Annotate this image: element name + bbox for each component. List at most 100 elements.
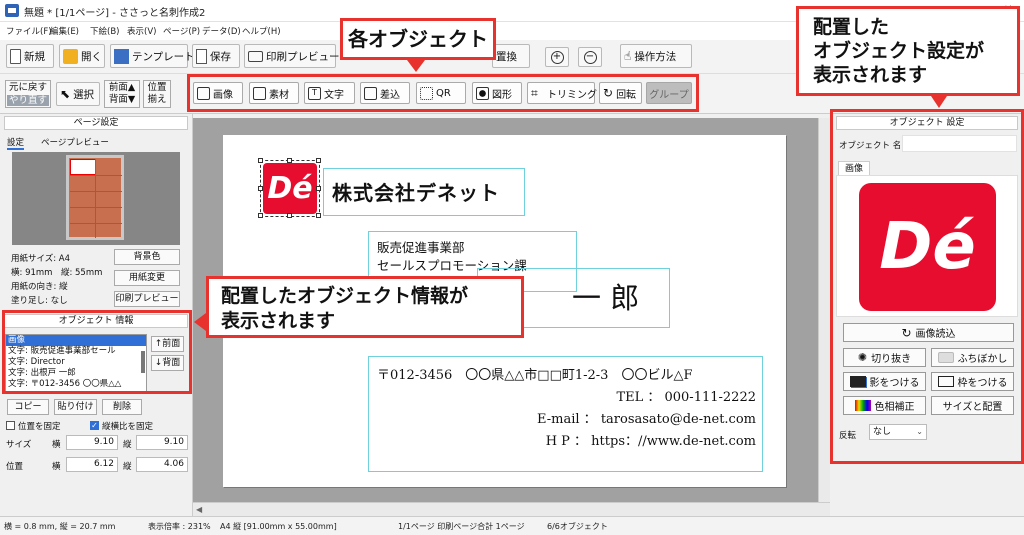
object-info-highlight: [2, 310, 192, 394]
menu-page[interactable]: ページ(P): [163, 25, 200, 37]
tab-image[interactable]: 画像: [838, 161, 870, 176]
feather-edge-button[interactable]: ふちぼかし: [931, 348, 1014, 367]
object-settings-highlight-bottom: [830, 461, 1024, 464]
paste-button[interactable]: 貼り付け: [54, 399, 97, 415]
email-line: E-mail ： tarosasato@de-net.com: [537, 412, 756, 427]
flip-label: 反転: [839, 431, 857, 441]
menu-file[interactable]: ファイル(F): [6, 25, 52, 37]
copy-button[interactable]: コピー: [7, 399, 49, 415]
callout-info-pointer: [194, 313, 206, 331]
menu-data[interactable]: データ(D): [202, 25, 241, 37]
print-preview-panel-button[interactable]: 印刷プレビュー: [114, 291, 180, 307]
paper-change-button[interactable]: 用紙変更: [114, 270, 180, 286]
new-button[interactable]: 新規: [6, 44, 54, 68]
print-preview-button[interactable]: 印刷プレビュー: [244, 44, 340, 68]
redo-button[interactable]: やり直す: [7, 95, 49, 106]
menu-edit[interactable]: 編集(E): [50, 25, 79, 37]
website-line: H P ： https：//www.de-net.com: [545, 434, 756, 449]
resize-handle[interactable]: [258, 186, 263, 191]
address-line: 〒012-3456 〇〇県△△市□□町1-2-3 〇〇ビル△F: [377, 368, 693, 383]
position-x-input[interactable]: 6.12: [66, 457, 118, 472]
logo-image[interactable]: Dé: [263, 163, 317, 214]
tab-page-preview[interactable]: ページプレビュー: [41, 136, 109, 148]
send-back-button[interactable]: 背面▼: [105, 94, 139, 106]
scroll-left-arrow-icon[interactable]: ◀: [196, 505, 202, 514]
size-height-input[interactable]: 9.10: [136, 435, 188, 450]
save-icon: [196, 48, 207, 64]
horizontal-scrollbar[interactable]: ◀: [193, 502, 830, 516]
zoom-level: 表示倍率 : 231%: [148, 522, 211, 531]
menu-view[interactable]: 表示(V): [127, 25, 156, 37]
resize-handle[interactable]: [316, 158, 321, 163]
page-count: 1/1ページ 印刷ページ合計 1ページ: [398, 522, 525, 531]
zoom-out-icon: −: [583, 50, 597, 64]
callout-info: 配置したオブジェクト情報が 表示されます: [206, 276, 524, 338]
cutout-button[interactable]: ✺ 切り抜き: [843, 348, 926, 367]
resize-handle[interactable]: [316, 186, 321, 191]
resize-handle[interactable]: [258, 158, 263, 163]
undo-button[interactable]: 元に戻す: [9, 82, 47, 93]
grid-line: [70, 223, 122, 224]
object-settings-highlight: [830, 109, 1024, 115]
object-buttons-highlight: [187, 74, 699, 112]
resize-handle[interactable]: [287, 158, 292, 163]
add-shadow-button[interactable]: 影をつける: [843, 372, 926, 391]
load-image-button[interactable]: ↻ 画像読込: [843, 323, 1014, 342]
menu-underlay[interactable]: 下絵(B): [90, 25, 119, 37]
vertical-scrollbar[interactable]: [818, 118, 830, 502]
reload-icon: ↻: [901, 325, 912, 340]
new-file-icon: [10, 48, 21, 64]
undo-redo-group[interactable]: 元に戻す やり直す: [5, 80, 51, 108]
tel-line: TEL ： 000-111-2222: [616, 390, 756, 405]
object-name-label: オブジェクト 名: [839, 141, 902, 151]
open-button[interactable]: 開く: [59, 44, 105, 68]
size-width-input[interactable]: 9.10: [66, 435, 118, 450]
page-thumbnail-area: [12, 152, 180, 245]
replace-button[interactable]: 置換: [492, 44, 530, 68]
zoom-out-button[interactable]: −: [578, 47, 602, 67]
callout-settings-pointer: [931, 96, 947, 108]
layer-order-group[interactable]: 前面▲ 背面▼: [104, 80, 140, 108]
page-settings-header: ページ設定: [4, 116, 188, 130]
logo-selection[interactable]: Dé: [258, 158, 321, 218]
contact-text-box[interactable]: 〒012-3456 〇〇県△△市□□町1-2-3 〇〇ビル△F TEL ： 00…: [368, 356, 763, 472]
person-name-part2: 一 郎: [572, 281, 640, 315]
shadow-icon: [849, 376, 866, 387]
size-w-label: 横: [52, 440, 61, 450]
resize-handle[interactable]: [287, 213, 292, 218]
app-icon: [5, 4, 19, 17]
template-button[interactable]: テンプレート: [110, 44, 195, 68]
object-name-input[interactable]: [902, 135, 1017, 152]
frame-icon: [937, 376, 954, 387]
card-grid: [69, 158, 122, 238]
bg-color-button[interactable]: 背景色: [114, 249, 180, 265]
size-label: サイズ: [6, 440, 32, 450]
zoom-in-button[interactable]: +: [545, 47, 569, 67]
fix-position-label: 位置を固定: [18, 422, 61, 432]
grid-line: [70, 207, 122, 208]
flip-select[interactable]: なし ⌄: [869, 424, 927, 440]
fix-position-checkbox[interactable]: [6, 421, 15, 430]
image-preview-area: Dé: [836, 175, 1018, 317]
align-button[interactable]: 位置 揃え: [143, 80, 171, 108]
hue-icon: [854, 400, 871, 411]
callout-objects: 各オブジェクト: [340, 18, 496, 60]
cutout-icon: ✺: [857, 351, 868, 364]
hue-correction-button[interactable]: 色相補正: [843, 396, 926, 415]
howto-button[interactable]: ☝ 操作方法: [620, 44, 692, 68]
size-placement-button[interactable]: サイズと配置: [931, 396, 1014, 415]
select-button[interactable]: ⬉ 選択: [56, 82, 100, 106]
tab-settings[interactable]: 設定: [7, 136, 25, 150]
company-text-box[interactable]: 株式会社デネット: [323, 168, 525, 216]
resize-handle[interactable]: [258, 213, 263, 218]
fix-ratio-checkbox[interactable]: ✓: [90, 421, 99, 430]
pos-y-label: 縦: [123, 462, 132, 472]
bring-front-button[interactable]: 前面▲: [105, 82, 139, 94]
fix-ratio-label: 縦横比を固定: [102, 422, 154, 432]
position-y-input[interactable]: 4.06: [136, 457, 188, 472]
menu-help[interactable]: ヘルプ(H): [242, 25, 281, 37]
add-frame-button[interactable]: 枠をつける: [931, 372, 1014, 391]
delete-button[interactable]: 削除: [102, 399, 142, 415]
resize-handle[interactable]: [316, 213, 321, 218]
save-button[interactable]: 保存: [192, 44, 240, 68]
